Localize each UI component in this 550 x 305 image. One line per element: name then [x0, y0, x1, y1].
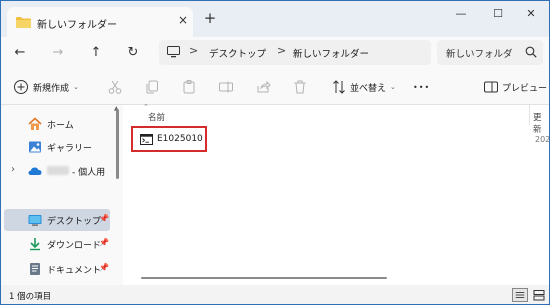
breadcrumb-desktop[interactable]: デスクトップ — [209, 46, 266, 60]
forward-arrow-icon[interactable]: → — [47, 42, 69, 64]
gallery-icon — [29, 141, 41, 153]
file-name: E1025010 — [157, 134, 203, 144]
column-header-date[interactable]: 更新 — [533, 111, 549, 135]
search-icon[interactable] — [525, 46, 537, 58]
file-item-e1025010[interactable]: E1025010 — [131, 126, 207, 152]
explorer-window: 新しいフォルダー × + — ☐ ✕ ← → ↑ ↻ > デスクトップ > 新し… — [0, 0, 550, 305]
tab-title: 新しいフォルダー — [37, 20, 117, 31]
details-view-icon[interactable] — [512, 288, 528, 302]
preview-button[interactable]: プレビュー — [483, 77, 547, 97]
console-app-icon — [140, 134, 153, 145]
sidebar-item-documents[interactable]: ドキュメント 📌 — [4, 258, 112, 280]
chevron-down-icon: ⌄ — [73, 83, 79, 91]
horizontal-scrollbar[interactable] — [141, 277, 387, 279]
search-input[interactable]: 新しいフォルダ — [446, 46, 513, 60]
paste-icon[interactable] — [181, 79, 197, 95]
new-button-label: 新規作成 — [33, 83, 70, 94]
column-header-name[interactable]: 名前 — [148, 111, 165, 123]
folder-icon — [16, 17, 31, 28]
search-box[interactable]: 新しいフォルダ — [437, 40, 543, 65]
sidebar-item-label: ギャラリー — [47, 144, 93, 154]
more-options-icon[interactable]: ••• — [413, 77, 430, 97]
breadcrumb-separator: > — [277, 44, 287, 57]
download-icon — [30, 238, 40, 251]
sort-icon — [333, 80, 345, 94]
refresh-icon[interactable]: ↻ — [122, 42, 144, 64]
desktop-icon — [28, 215, 42, 226]
pin-icon[interactable]: 📌 — [99, 263, 109, 272]
pin-icon[interactable]: 📌 — [99, 214, 109, 223]
sort-indicator-icon: ⌃ — [143, 103, 149, 111]
redacted-account-name — [47, 166, 69, 175]
navigation-pane: ホーム ギャラリー › - 個人用 デスクトップ 📌 ダウンロード 📌 ドキュメ… — [1, 105, 123, 285]
sidebar-item-label: - 個人用 — [72, 168, 106, 178]
file-modified-date: 2025 — [535, 135, 550, 144]
delete-icon[interactable] — [292, 79, 308, 95]
up-arrow-icon[interactable]: ↑ — [85, 42, 107, 64]
cut-icon[interactable] — [107, 79, 123, 95]
sidebar-item-home[interactable]: ホーム — [4, 113, 112, 135]
chevron-down-icon: ⌄ — [390, 83, 396, 91]
tiles-view-icon[interactable] — [531, 288, 547, 302]
item-count: 1 個の項目 — [9, 292, 52, 302]
sidebar-item-label: ドキュメント — [47, 266, 102, 276]
plus-circle-icon — [14, 80, 28, 94]
navigation-pane-scrollbar[interactable] — [116, 109, 119, 179]
sidebar-item-label: デスクトップ — [47, 217, 102, 227]
minimize-icon[interactable]: — — [446, 4, 476, 24]
column-divider[interactable] — [529, 105, 530, 125]
pin-icon[interactable]: 📌 — [99, 238, 109, 247]
document-icon — [30, 263, 40, 275]
address-toolbar: ← → ↑ ↻ > デスクトップ > 新しいフォルダー 新しいフォルダ — [1, 37, 549, 69]
tab-close-icon[interactable]: × — [176, 13, 190, 27]
chevron-right-icon[interactable]: › — [11, 164, 15, 175]
maximize-icon[interactable]: ☐ — [483, 4, 513, 24]
breadcrumb-new-folder[interactable]: 新しいフォルダー — [293, 46, 369, 60]
title-bar: 新しいフォルダー × + — ☐ ✕ — [1, 1, 549, 37]
preview-pane-icon — [484, 81, 498, 93]
home-icon — [28, 117, 42, 130]
rename-icon[interactable] — [218, 79, 234, 95]
preview-button-label: プレビュー — [502, 83, 548, 94]
close-window-icon[interactable]: ✕ — [516, 4, 546, 24]
onedrive-icon — [28, 167, 42, 175]
sidebar-item-gallery[interactable]: ギャラリー — [4, 136, 112, 158]
sidebar-item-label: ダウンロード — [47, 241, 102, 251]
sidebar-item-desktop[interactable]: デスクトップ 📌 — [4, 209, 110, 231]
sort-button[interactable]: 並べ替え ⌄ — [331, 77, 396, 97]
new-tab-icon[interactable]: + — [202, 11, 218, 26]
sort-button-label: 並べ替え — [350, 83, 387, 94]
computer-icon — [167, 46, 180, 58]
sidebar-item-label: ホーム — [47, 121, 74, 131]
sidebar-item-onedrive[interactable]: › - 個人用 — [4, 160, 112, 182]
command-bar: 新規作成 ⌄ 並べ替え ⌄ ••• プレビュー — [1, 69, 549, 105]
share-icon[interactable] — [255, 79, 271, 95]
address-bar[interactable]: > デスクトップ > 新しいフォルダー — [159, 40, 431, 65]
breadcrumb-separator: > — [189, 44, 199, 57]
status-bar: 1 個の項目 — [1, 285, 549, 304]
back-arrow-icon[interactable]: ← — [9, 42, 31, 64]
new-button[interactable]: 新規作成 ⌄ — [13, 77, 79, 97]
file-list: ⌃ 名前 更新 E1025010 2025 — [123, 103, 550, 285]
copy-icon[interactable] — [144, 79, 160, 95]
sidebar-item-downloads[interactable]: ダウンロード 📌 — [4, 233, 112, 255]
tab-new-folder[interactable]: 新しいフォルダー × — [7, 7, 193, 37]
